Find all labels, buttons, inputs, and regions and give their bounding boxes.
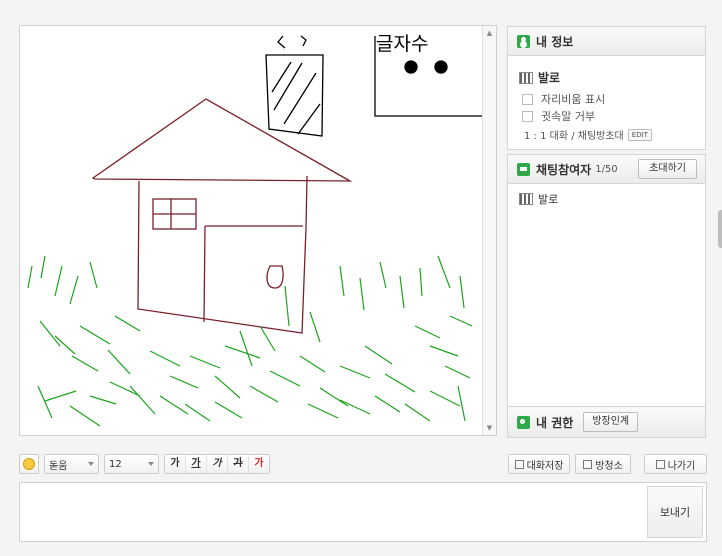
scroll-up-icon[interactable]: ▲ (483, 27, 496, 39)
clean-room-label: 방청소 (595, 460, 623, 472)
participants-title: 채팅참여자 (536, 162, 592, 177)
whisper-option[interactable]: 귓속말 거부 (522, 108, 595, 124)
permissions-panel: 내 권한 방장인계 (507, 406, 706, 438)
invite-button[interactable]: 초대하기 (638, 159, 697, 179)
canvas-scrollbar[interactable]: ▲ ▼ (482, 26, 496, 435)
italic-button[interactable]: 가 (207, 455, 228, 473)
dialog-label: 1 : 1 대화 / 채팅방초대 (524, 131, 624, 142)
participants-count: 1/50 (595, 163, 618, 175)
text-style-group: 가 가 가 가 가 (164, 454, 270, 474)
nickname-text: 발로 (538, 71, 561, 85)
font-size-value: 12 (109, 458, 122, 470)
my-info-title: 내 정보 (536, 34, 574, 49)
away-option[interactable]: 자리비움 표시 (522, 91, 605, 107)
exit-button[interactable]: 나가기 (644, 454, 707, 474)
my-info-header: 내 정보 (508, 27, 705, 56)
permissions-title: 내 권한 (536, 415, 574, 430)
my-nickname: 발로 (519, 69, 560, 86)
list-item[interactable]: 발로 (519, 191, 558, 207)
format-toolbar: 돋움 12 가 가 가 가 가 대화저장 방청소 나가기 (19, 454, 707, 476)
emoji-button[interactable] (19, 454, 39, 474)
save-chat-button[interactable]: 대화저장 (508, 454, 570, 474)
send-button[interactable]: 보내기 (647, 486, 703, 538)
whisper-checkbox[interactable] (522, 110, 533, 122)
font-family-value: 돋움 (49, 460, 68, 472)
color-button[interactable]: 가 (249, 455, 269, 473)
chevron-down-icon (88, 462, 94, 466)
underline-button[interactable]: 가 (186, 455, 207, 473)
message-input[interactable]: 보내기 (19, 482, 707, 542)
exit-icon (655, 459, 665, 469)
user-icon (517, 34, 530, 48)
clean-room-button[interactable]: 방청소 (575, 454, 631, 474)
member-name: 발로 (538, 193, 559, 206)
drawing-image: 글자수 (27, 33, 484, 427)
font-size-select[interactable]: 12 (104, 454, 159, 474)
exit-label: 나가기 (667, 460, 696, 472)
participants-header: 채팅참여자 1/50 초대하기 (508, 155, 705, 184)
bold-button[interactable]: 가 (165, 455, 186, 473)
whisper-label: 귓속말 거부 (541, 110, 596, 123)
key-icon (517, 415, 530, 429)
font-family-select[interactable]: 돋움 (44, 454, 99, 474)
my-info-panel: 내 정보 발로 자리비움 표시 귓속말 거부 1 : 1 대화 / 채팅방초대 … (507, 26, 706, 150)
chat-icon (517, 162, 530, 176)
save-icon (514, 459, 524, 469)
broom-icon (583, 459, 593, 469)
level-icon (519, 193, 533, 205)
side-tab-handle[interactable] (718, 210, 722, 248)
scroll-down-icon[interactable]: ▼ (483, 422, 496, 434)
level-icon (519, 71, 533, 84)
strike-button[interactable]: 가 (228, 455, 249, 473)
drawn-text: 글자수 (376, 33, 428, 55)
smiley-icon (23, 458, 35, 470)
edit-button[interactable]: EDIT (627, 128, 652, 141)
drawing-canvas[interactable]: 글자수 ▲ ▼ (19, 25, 497, 436)
dialog-invite-row: 1 : 1 대화 / 채팅방초대 EDIT (524, 127, 652, 142)
chevron-down-icon (148, 462, 154, 466)
participants-panel: 채팅참여자 1/50 초대하기 발로 (507, 154, 706, 408)
away-label: 자리비움 표시 (541, 93, 606, 106)
save-chat-label: 대화저장 (526, 460, 564, 472)
away-checkbox[interactable] (522, 93, 533, 105)
host-delegate-button[interactable]: 방장인계 (583, 412, 639, 432)
